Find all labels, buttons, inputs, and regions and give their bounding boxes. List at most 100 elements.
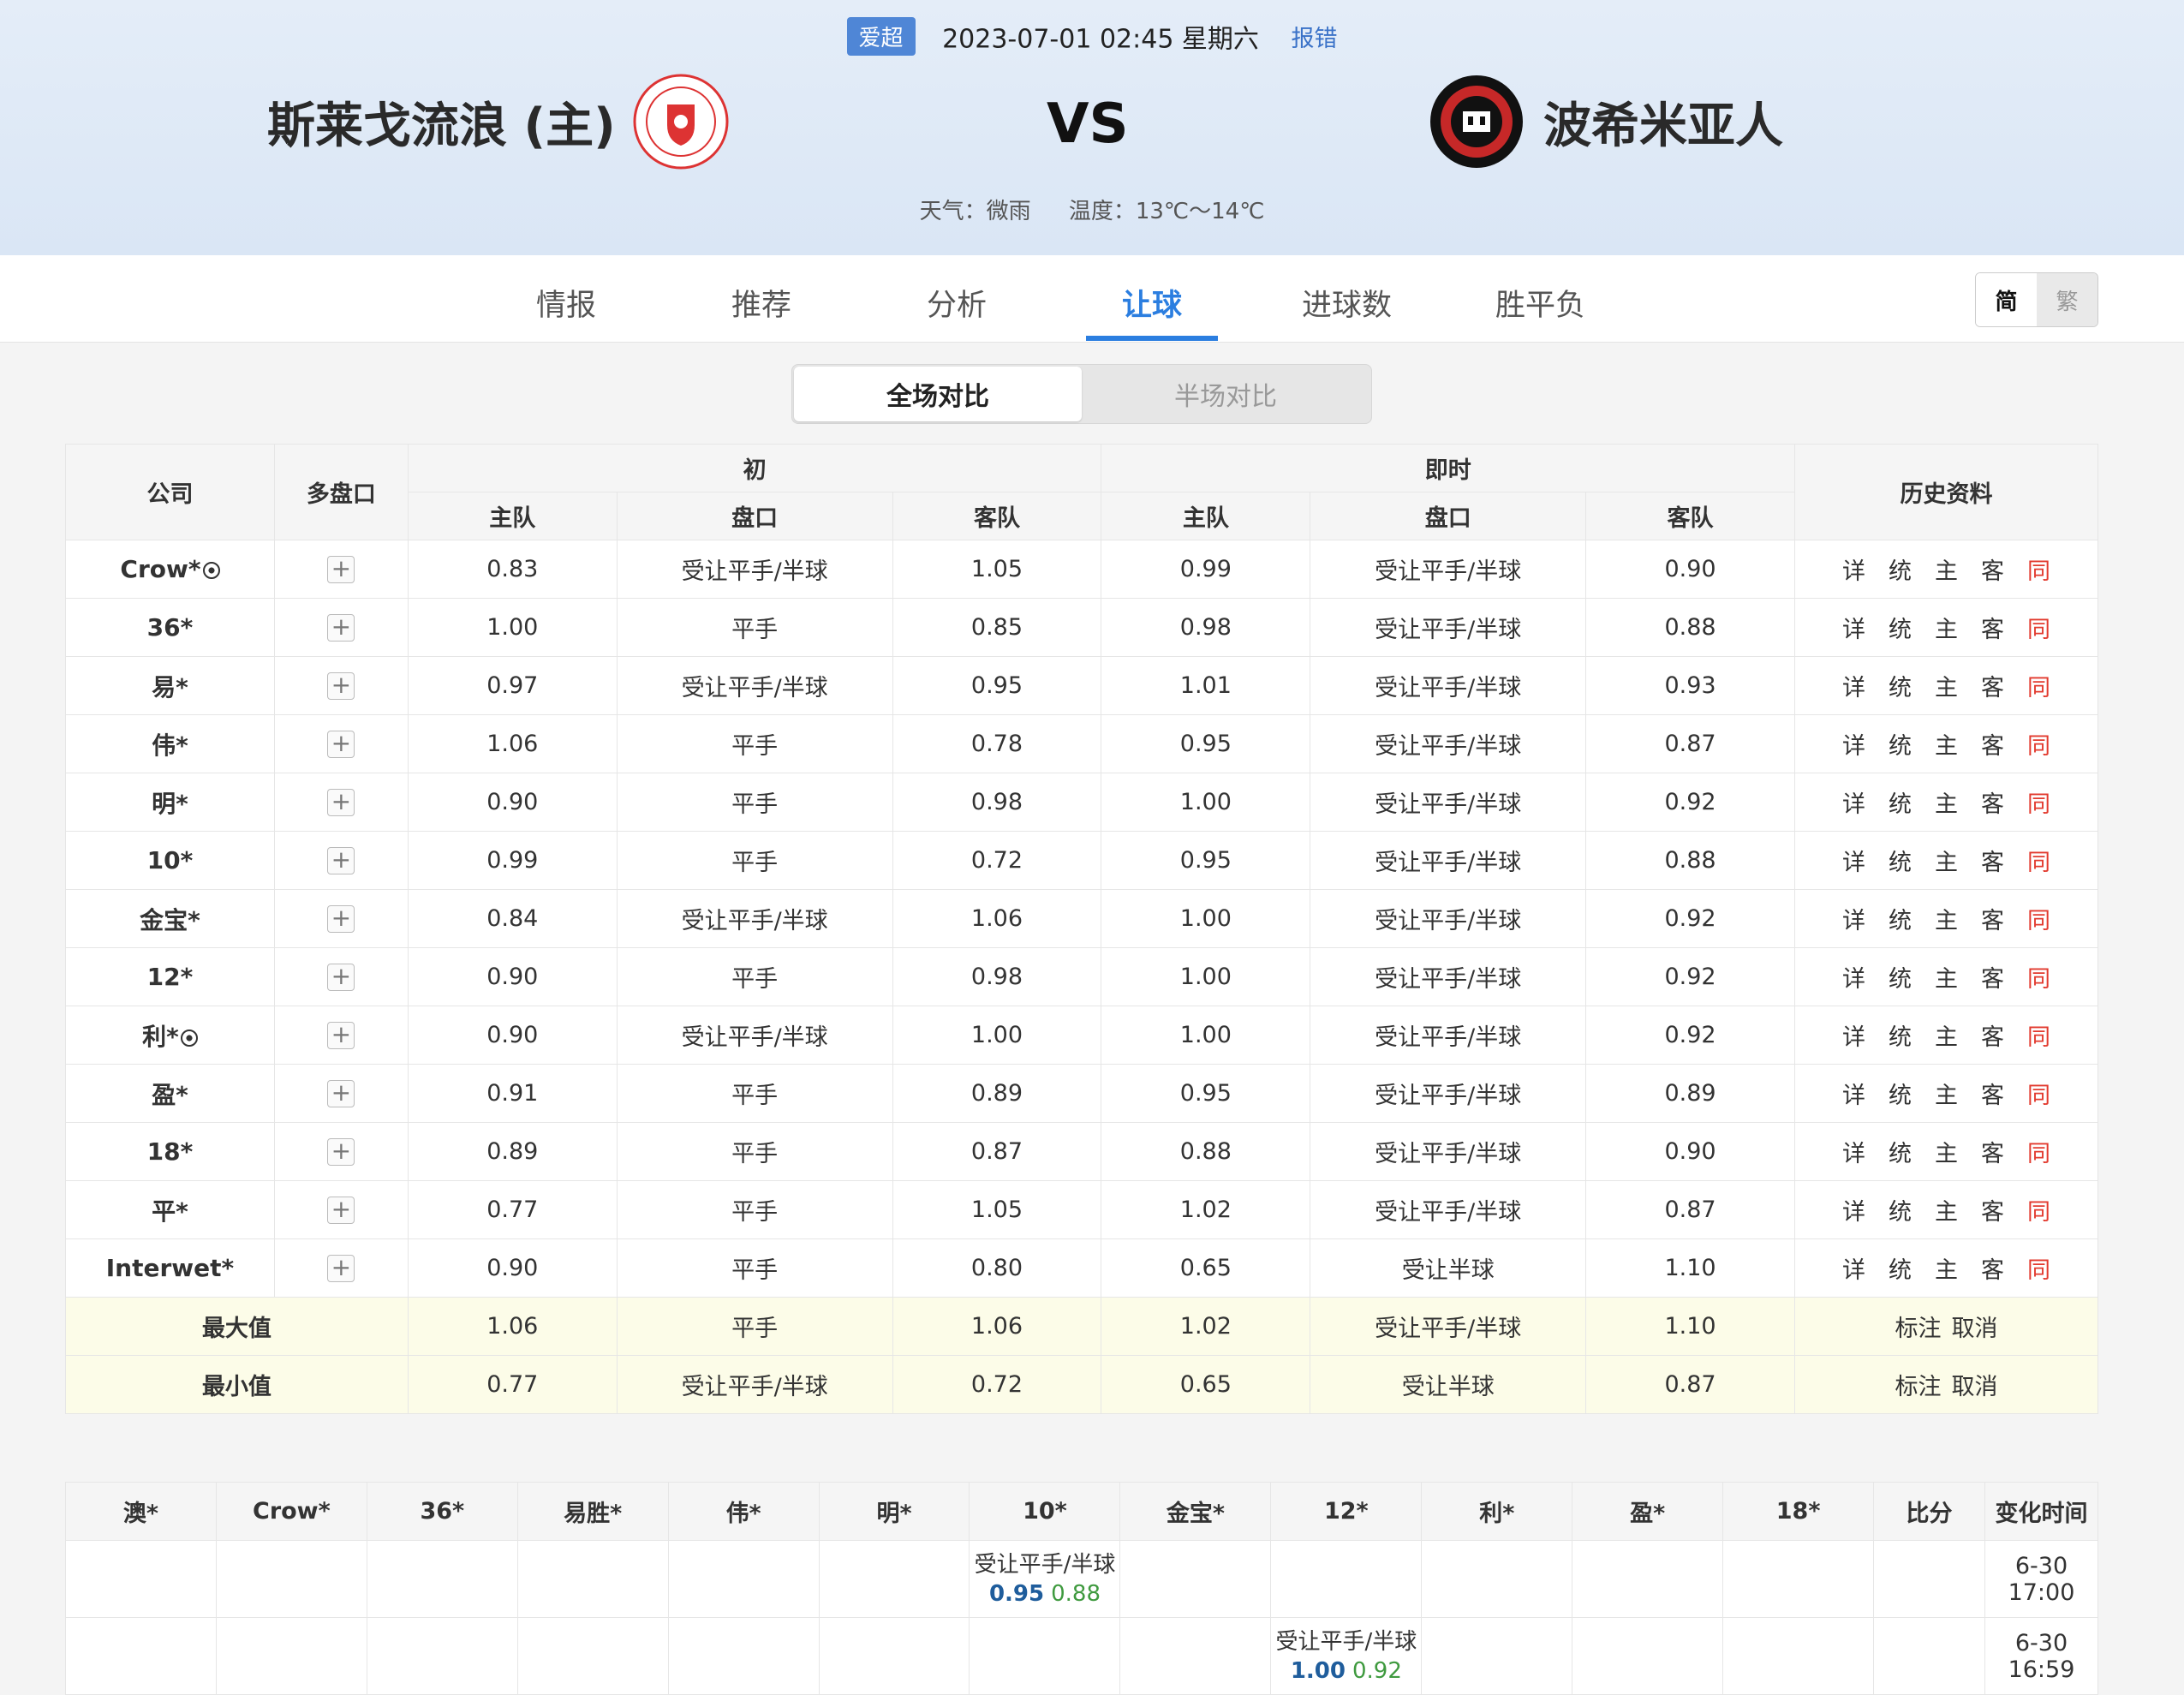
history-link[interactable]: 客 — [1969, 1135, 2015, 1168]
expand-plus-icon[interactable]: + — [327, 671, 355, 700]
expand-plus-icon[interactable]: + — [327, 1196, 355, 1224]
tab-analysis[interactable]: 分析 — [927, 281, 987, 325]
tab-win-draw-lose[interactable]: 胜平负 — [1495, 281, 1585, 325]
history-link[interactable]: 详 — [1830, 727, 1877, 761]
history-link[interactable]: 客 — [1969, 1193, 2015, 1226]
history-link[interactable]: 统 — [1877, 844, 1923, 877]
away-team[interactable]: 波希米亚人 — [1429, 70, 1783, 173]
history-link[interactable]: 统 — [1877, 785, 1923, 819]
history-link[interactable]: 主 — [1923, 844, 1969, 877]
history-link[interactable]: 主 — [1923, 1135, 1969, 1168]
tab-recommend[interactable]: 推荐 — [731, 281, 791, 325]
lang-simplified-button[interactable]: 简 — [1976, 273, 2037, 326]
history-link[interactable]: 统 — [1877, 727, 1923, 761]
history-link[interactable]: 客 — [1969, 902, 2015, 935]
history-link[interactable]: 详 — [1830, 902, 1877, 935]
company-cell[interactable]: 10* — [65, 831, 275, 890]
history-link[interactable]: 统 — [1877, 611, 1923, 644]
history-link[interactable]: 同 — [2015, 960, 2062, 994]
history-link[interactable]: 同 — [2015, 1251, 2062, 1285]
history-link[interactable]: 客 — [1969, 611, 2015, 644]
expand-plus-icon[interactable]: + — [327, 904, 355, 933]
history-link[interactable]: 客 — [1969, 1251, 2015, 1285]
history-link[interactable]: 详 — [1830, 611, 1877, 644]
history-link[interactable]: 主 — [1923, 1193, 1969, 1226]
history-link[interactable]: 详 — [1830, 669, 1877, 702]
cancel-button[interactable]: 取消 — [1951, 1316, 1997, 1342]
report-error-link[interactable]: 报错 — [1291, 26, 1337, 52]
history-link[interactable]: 客 — [1969, 785, 2015, 819]
history-link[interactable]: 同 — [2015, 669, 2062, 702]
expand-plus-icon[interactable]: + — [327, 1079, 355, 1107]
history-link[interactable]: 同 — [2015, 1077, 2062, 1110]
history-link[interactable]: 详 — [1830, 1018, 1877, 1052]
history-link[interactable]: 客 — [1969, 844, 2015, 877]
expand-plus-icon[interactable]: + — [327, 963, 355, 991]
history-link[interactable]: 同 — [2015, 902, 2062, 935]
expand-plus-icon[interactable]: + — [327, 613, 355, 642]
expand-plus-icon[interactable]: + — [327, 846, 355, 874]
history-link[interactable]: 主 — [1923, 1018, 1969, 1052]
history-link[interactable]: 详 — [1830, 1135, 1877, 1168]
expand-plus-icon[interactable]: + — [327, 788, 355, 816]
company-cell[interactable]: 平* — [65, 1180, 275, 1239]
history-link[interactable]: 详 — [1830, 1193, 1877, 1226]
history-link[interactable]: 客 — [1969, 960, 2015, 994]
company-cell[interactable]: 36* — [65, 598, 275, 657]
expand-plus-icon[interactable]: + — [327, 730, 355, 758]
history-link[interactable]: 客 — [1969, 1077, 2015, 1110]
company-cell[interactable]: 18* — [65, 1122, 275, 1181]
history-link[interactable]: 统 — [1877, 1018, 1923, 1052]
history-link[interactable]: 同 — [2015, 1135, 2062, 1168]
tab-handicap[interactable]: 让球 — [1122, 281, 1182, 325]
history-link[interactable]: 主 — [1923, 611, 1969, 644]
history-link[interactable]: 主 — [1923, 552, 1969, 586]
history-link[interactable]: 主 — [1923, 1077, 1969, 1110]
company-cell[interactable]: Crow* — [65, 540, 275, 599]
full-match-compare-button[interactable]: 全场对比 — [794, 367, 1082, 421]
league-badge[interactable]: 爱超 — [846, 17, 916, 56]
company-cell[interactable]: 12* — [65, 947, 275, 1006]
history-link[interactable]: 主 — [1923, 1251, 1969, 1285]
history-link[interactable]: 客 — [1969, 1018, 2015, 1052]
history-link[interactable]: 详 — [1830, 1077, 1877, 1110]
mark-button[interactable]: 标注 — [1895, 1316, 1941, 1342]
tab-intel[interactable]: 情报 — [536, 281, 596, 325]
history-link[interactable]: 统 — [1877, 1077, 1923, 1110]
history-link[interactable]: 详 — [1830, 844, 1877, 877]
history-link[interactable]: 同 — [2015, 785, 2062, 819]
half-time-compare-button[interactable]: 半场对比 — [1082, 367, 1369, 421]
history-link[interactable]: 同 — [2015, 611, 2062, 644]
history-link[interactable]: 统 — [1877, 669, 1923, 702]
history-link[interactable]: 主 — [1923, 785, 1969, 819]
history-link[interactable]: 同 — [2015, 1193, 2062, 1226]
history-link[interactable]: 同 — [2015, 727, 2062, 761]
company-cell[interactable]: 明* — [65, 773, 275, 832]
expand-plus-icon[interactable]: + — [327, 555, 355, 583]
history-link[interactable]: 同 — [2015, 552, 2062, 586]
history-link[interactable]: 详 — [1830, 960, 1877, 994]
company-cell[interactable]: 盈* — [65, 1064, 275, 1123]
history-link[interactable]: 主 — [1923, 902, 1969, 935]
history-link[interactable]: 主 — [1923, 960, 1969, 994]
company-cell[interactable]: Interwet* — [65, 1238, 275, 1298]
history-link[interactable]: 统 — [1877, 960, 1923, 994]
history-link[interactable]: 统 — [1877, 552, 1923, 586]
history-link[interactable]: 客 — [1969, 727, 2015, 761]
history-link[interactable]: 统 — [1877, 1251, 1923, 1285]
history-link[interactable]: 统 — [1877, 1193, 1923, 1226]
history-link[interactable]: 详 — [1830, 1251, 1877, 1285]
company-cell[interactable]: 伟* — [65, 714, 275, 773]
history-link[interactable]: 详 — [1830, 785, 1877, 819]
history-link[interactable]: 主 — [1923, 727, 1969, 761]
expand-plus-icon[interactable]: + — [327, 1137, 355, 1166]
expand-plus-icon[interactable]: + — [327, 1254, 355, 1282]
history-link[interactable]: 统 — [1877, 902, 1923, 935]
cancel-button[interactable]: 取消 — [1951, 1374, 1997, 1400]
history-link[interactable]: 详 — [1830, 552, 1877, 586]
tab-goals[interactable]: 进球数 — [1302, 281, 1392, 325]
history-link[interactable]: 同 — [2015, 844, 2062, 877]
company-cell[interactable]: 利* — [65, 1006, 275, 1065]
expand-plus-icon[interactable]: + — [327, 1021, 355, 1049]
history-link[interactable]: 主 — [1923, 669, 1969, 702]
